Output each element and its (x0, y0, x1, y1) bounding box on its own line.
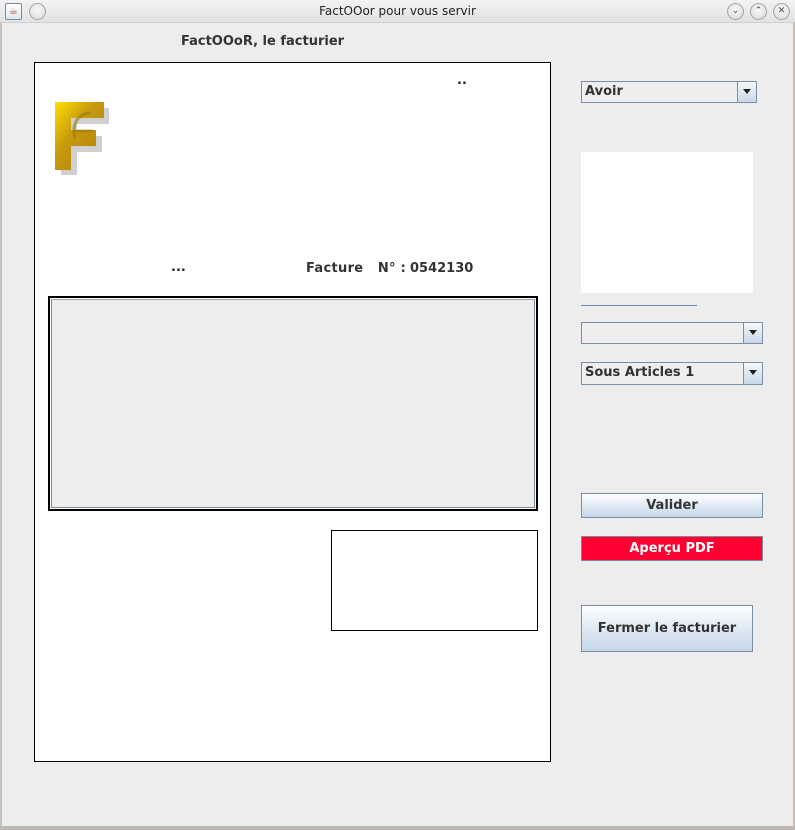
sub-article-select-value: Sous Articles 1 (585, 365, 695, 380)
articles-table[interactable] (48, 296, 538, 511)
document-type-select[interactable]: Avoir (581, 81, 757, 103)
validate-button[interactable]: Valider (581, 493, 763, 518)
chevron-down-icon[interactable] (743, 323, 762, 343)
invoice-number-label: Facture N° : (306, 261, 407, 276)
document-type-value: Avoir (585, 84, 623, 99)
invoice-preview-panel: .. ... Facture N° : 0542130 (34, 62, 551, 762)
chevron-up-icon: ⌃ (754, 6, 763, 16)
pdf-preview-button[interactable]: Aperçu PDF (581, 536, 763, 561)
chevron-down-icon[interactable] (737, 82, 756, 102)
app-heading: FactOOoR, le facturier (181, 34, 345, 49)
chevron-down-icon[interactable] (743, 363, 762, 384)
close-window-button[interactable]: ✕ (773, 3, 790, 20)
minimize-button[interactable]: ⌄ (727, 3, 744, 20)
separator-line (581, 305, 697, 306)
preview-area (581, 152, 753, 293)
window-border-left (0, 22, 2, 828)
invoice-number-value: 0542130 (410, 261, 474, 276)
window-border-bottom (0, 826, 795, 830)
maximize-button[interactable]: ⌃ (750, 3, 767, 20)
articles-table-viewport (51, 299, 535, 508)
client-info-placeholder: ... (171, 260, 186, 275)
factooor-logo-icon (55, 102, 109, 175)
window-titlebar: ☕ FactOOor pour vous servir ⌄ ⌃ ✕ (0, 0, 795, 23)
article-select[interactable] (581, 322, 763, 344)
sub-article-select[interactable]: Sous Articles 1 (581, 362, 763, 385)
close-icon: ✕ (777, 6, 786, 16)
company-info-placeholder: .. (457, 73, 467, 88)
totals-box (331, 530, 538, 631)
chevron-down-icon: ⌄ (731, 6, 740, 16)
window-title: FactOOor pour vous servir (319, 4, 476, 18)
close-invoicer-button[interactable]: Fermer le facturier (581, 605, 753, 652)
